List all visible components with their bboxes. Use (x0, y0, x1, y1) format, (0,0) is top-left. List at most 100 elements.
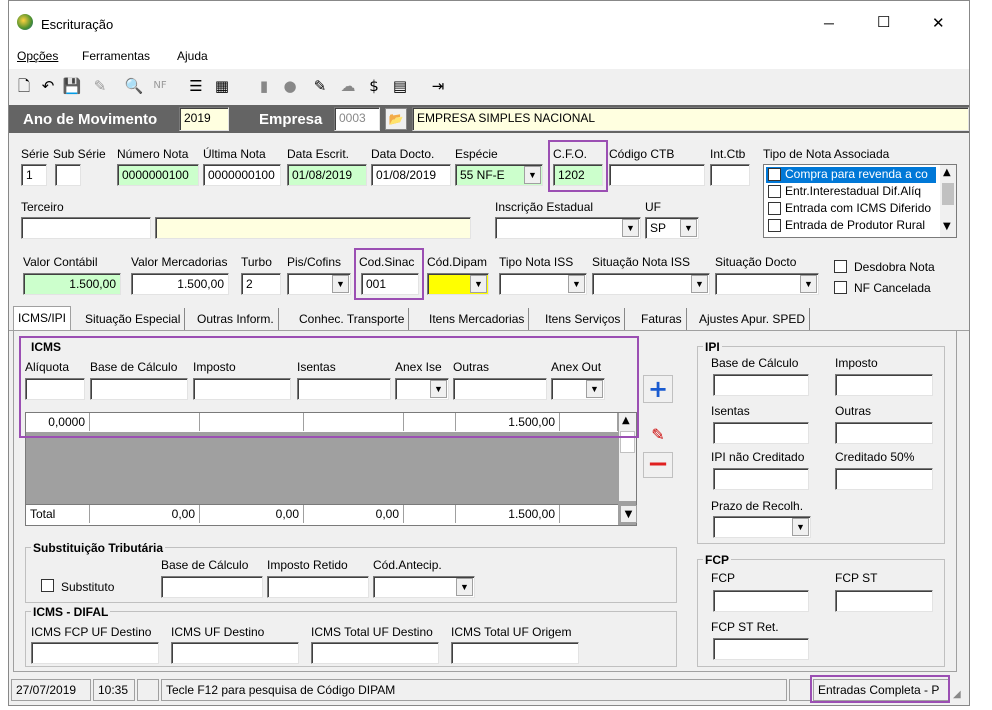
close-button[interactable]: ✕ (932, 14, 945, 32)
tipoiss-select[interactable]: ▼ (499, 273, 587, 295)
tipo-item-2[interactable]: Entrada com ICMS Diferido (766, 201, 936, 217)
chevron-down-icon[interactable]: ▼ (691, 275, 708, 293)
tab-conhec-transporte[interactable]: Conhec. Transporte (295, 308, 410, 330)
chevron-down-icon[interactable]: ▼ (470, 275, 487, 293)
tab-situacao-especial[interactable]: Situação Especial (81, 308, 186, 330)
tab-itens-servicos[interactable]: Itens Serviços (541, 308, 626, 330)
chevron-down-icon[interactable]: ▼ (620, 505, 637, 523)
tipo-item-3[interactable]: Entrada de Produtor Rural (766, 218, 936, 234)
sitiss-select[interactable]: ▼ (592, 273, 710, 295)
tab-outras-inform[interactable]: Outras Inform. (193, 308, 279, 330)
tab-faturas[interactable]: Faturas (637, 308, 687, 330)
save-icon[interactable]: 💾 (61, 76, 83, 98)
fcpstret-input[interactable] (713, 638, 809, 660)
tab-ajustes-sped[interactable]: Ajustes Apur. SPED (695, 308, 811, 330)
total-imposto: 0,00 (200, 505, 304, 523)
chevron-down-icon[interactable]: ▼ (792, 518, 809, 536)
tipo-nota-list[interactable]: Compra para revenda a co Entr.Interestad… (763, 164, 957, 238)
fcp-input[interactable] (713, 590, 809, 612)
ipi-outras-input[interactable] (835, 422, 933, 444)
preview-icon[interactable]: 🔍 (123, 76, 145, 98)
data-escrit-field[interactable]: 01/08/2019 (287, 164, 367, 186)
chevron-down-icon[interactable]: ▼ (943, 221, 951, 232)
clip-icon[interactable]: ✎ (309, 76, 331, 98)
delete-icon[interactable]: ✎ (89, 76, 111, 98)
nfe-icon[interactable]: NF (149, 76, 171, 98)
ctb-field[interactable] (609, 164, 705, 186)
difal-uf-dest-input[interactable] (171, 642, 299, 664)
data-docto-field[interactable]: 01/08/2019 (371, 164, 451, 186)
money-icon[interactable]: $ (363, 76, 385, 98)
intctb-field[interactable] (710, 164, 750, 186)
st-antecip-select[interactable]: ▼ (373, 576, 475, 598)
empresa-code-field[interactable]: 0003 (334, 107, 380, 131)
valor-merc-field[interactable]: 1.500,00 (131, 273, 229, 295)
resize-grip-icon[interactable]: ◢ (953, 689, 961, 700)
tree-icon[interactable]: ☰ (185, 76, 207, 98)
subserie-field[interactable] (55, 164, 81, 186)
chevron-down-icon[interactable]: ▼ (680, 219, 697, 237)
calc-icon[interactable]: ▦ (211, 76, 233, 98)
ipi-imposto-input[interactable] (835, 374, 933, 396)
new-icon[interactable]: 🗋 (13, 76, 35, 98)
difal-total-orig-input[interactable] (451, 642, 579, 664)
tipo-item-0[interactable]: Compra para revenda a co (766, 167, 936, 183)
nf-cancelada-checkbox[interactable] (834, 281, 847, 294)
chevron-down-icon[interactable]: ▼ (456, 578, 473, 596)
checkbox[interactable] (768, 185, 781, 198)
minimize-button[interactable]: ─ (824, 15, 834, 31)
scrollbar[interactable]: ▲ ▼ (940, 165, 956, 237)
ipi-prazo-select[interactable]: ▼ (713, 516, 811, 538)
difal-total-dest-input[interactable] (311, 642, 439, 664)
numero-field[interactable]: 0000000100 (117, 164, 199, 186)
chevron-down-icon[interactable]: ▼ (800, 275, 817, 293)
scroll-thumb[interactable] (942, 183, 954, 205)
st-retido-input[interactable] (267, 576, 369, 598)
valor-contabil-field[interactable]: 1.500,00 (23, 273, 121, 295)
sitdocto-select[interactable]: ▼ (715, 273, 819, 295)
undo-icon[interactable]: ↶ (37, 76, 59, 98)
ipi-base-input[interactable] (713, 374, 809, 396)
chevron-down-icon[interactable]: ▼ (568, 275, 585, 293)
menu-ajuda[interactable]: Ajuda (177, 49, 208, 63)
chevron-down-icon[interactable]: ▼ (332, 275, 349, 293)
cloud-icon[interactable]: ☁ (337, 76, 359, 98)
ipi-cred50-input[interactable] (835, 468, 933, 490)
maximize-button[interactable]: ☐ (877, 13, 890, 31)
coddipam-select[interactable]: ▼ (427, 273, 489, 295)
fcpst-input[interactable] (835, 590, 933, 612)
exit-icon[interactable]: ⇥ (427, 76, 449, 98)
ipi-isentas-input[interactable] (713, 422, 809, 444)
menu-ferramentas[interactable]: Ferramentas (82, 49, 150, 63)
apple-icon[interactable]: ● (279, 76, 301, 98)
chevron-down-icon[interactable]: ▼ (524, 166, 541, 184)
menu-opcoes[interactable]: Opções (17, 49, 58, 63)
turbo-field[interactable]: 2 (241, 273, 281, 295)
difal-fcp-input[interactable] (31, 642, 159, 664)
st-base-input[interactable] (161, 576, 263, 598)
edit-icon[interactable]: ✎ (643, 425, 673, 449)
remove-button[interactable]: − (643, 451, 673, 478)
desdobra-checkbox[interactable] (834, 260, 847, 273)
ano-field[interactable]: 2019 (179, 107, 229, 131)
ie-select[interactable]: ▼ (495, 217, 641, 239)
uf-select[interactable]: SP ▼ (645, 217, 699, 239)
tab-itens-mercadorias[interactable]: Itens Mercadorias (425, 308, 530, 330)
tipo-item-1[interactable]: Entr.Interestadual Dif.Alíq (766, 184, 936, 200)
folder-icon[interactable]: 📂 (385, 108, 407, 130)
piscofins-select[interactable]: ▼ (287, 273, 351, 295)
chevron-up-icon[interactable]: ▲ (943, 167, 951, 178)
serie-field[interactable]: 1 (21, 164, 47, 186)
checkbox[interactable] (768, 168, 781, 181)
substituto-checkbox[interactable] (41, 579, 54, 592)
tab-icms-ipi[interactable]: ICMS/IPI (13, 306, 72, 331)
chevron-down-icon[interactable]: ▼ (622, 219, 639, 237)
especie-select[interactable]: 55 NF-E ▼ (455, 164, 543, 186)
doc-gray-icon[interactable]: ▮ (253, 76, 275, 98)
terceiro-code-field[interactable] (21, 217, 151, 239)
checkbox[interactable] (768, 219, 781, 232)
checkbox[interactable] (768, 202, 781, 215)
add-button[interactable]: + (643, 375, 673, 403)
grid-icon[interactable]: ▤ (389, 76, 411, 98)
ipi-naocred-input[interactable] (713, 468, 809, 490)
